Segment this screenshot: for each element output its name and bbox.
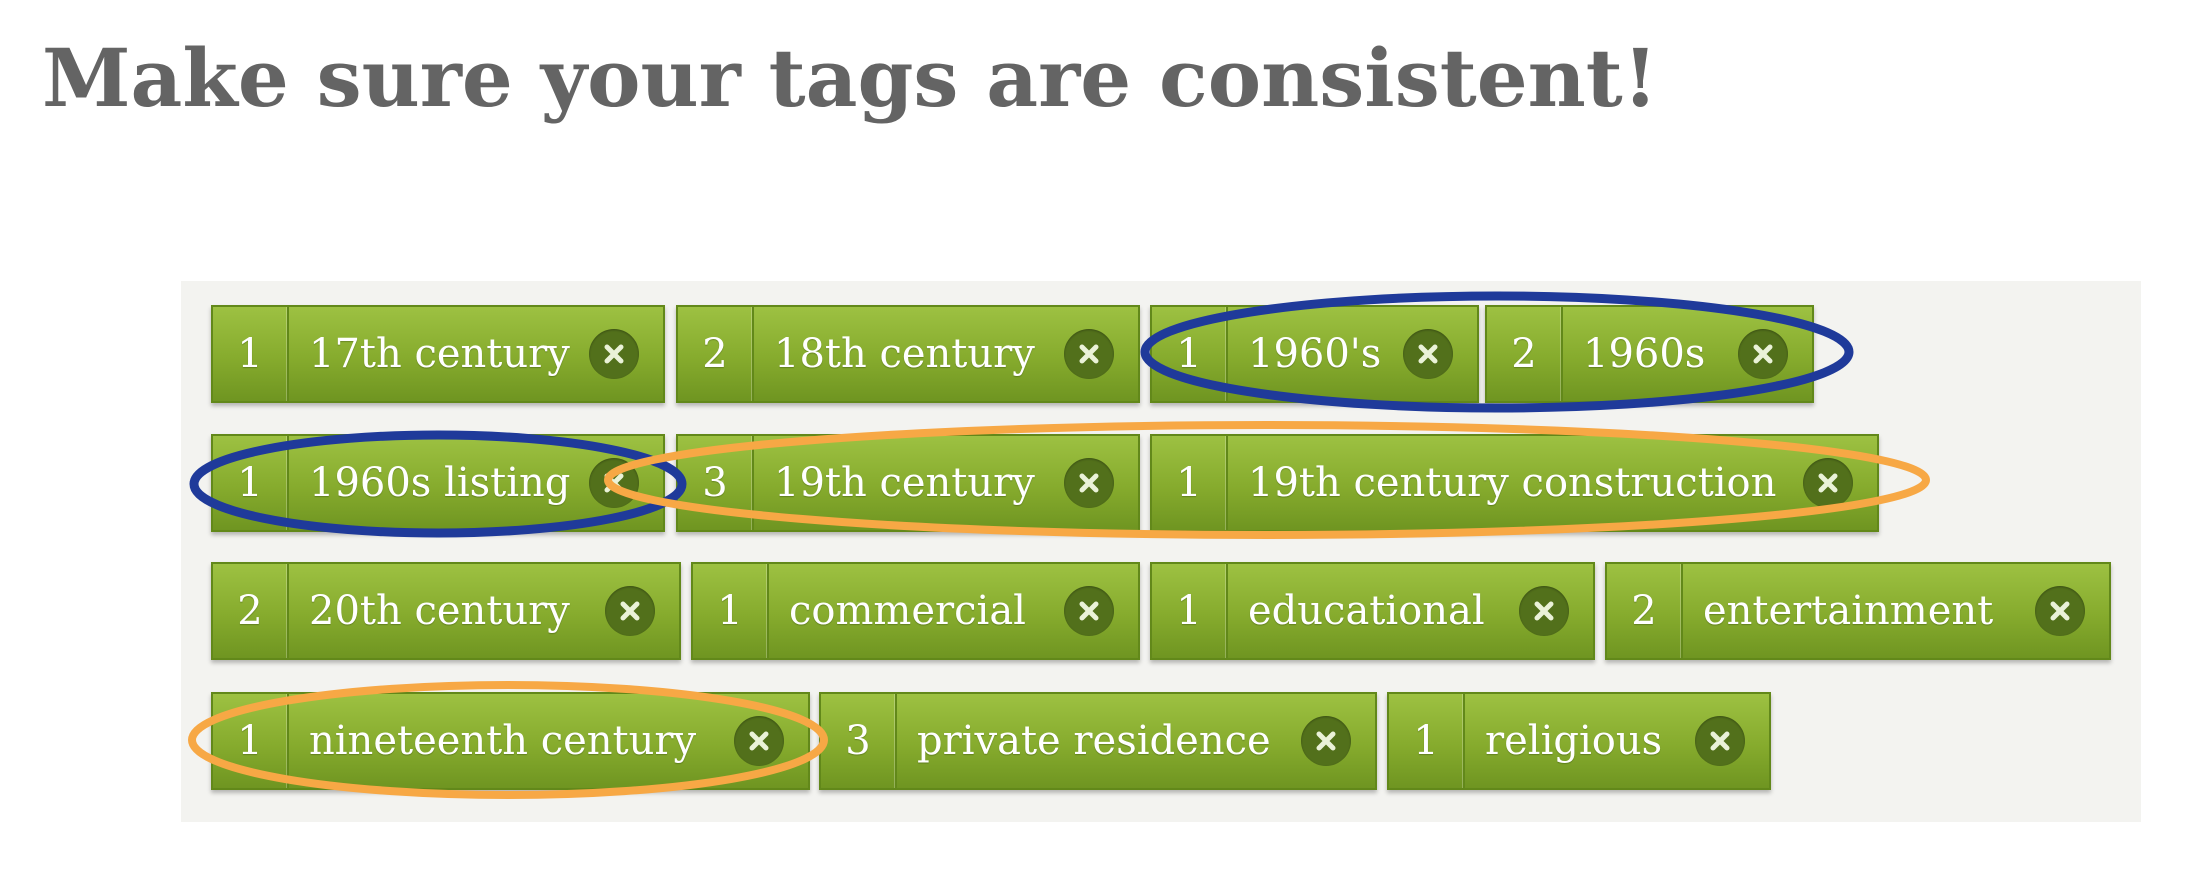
close-x-icon[interactable]	[1738, 329, 1788, 379]
close-x-icon[interactable]	[2035, 586, 2085, 636]
tag-count: 2	[213, 564, 289, 658]
tag-chip[interactable]: 1 commercial	[691, 562, 1140, 660]
tag-count: 1	[1152, 436, 1228, 530]
tag-label: religious	[1485, 718, 1663, 764]
tag-count: 1	[213, 307, 289, 401]
tag-count: 2	[678, 307, 754, 401]
tag-chip[interactable]: 1 nineteenth century	[211, 692, 810, 790]
tag-count: 1	[1152, 564, 1228, 658]
tag-label: private residence	[917, 718, 1271, 764]
tag-count: 2	[1487, 307, 1563, 401]
close-x-icon[interactable]	[1695, 716, 1745, 766]
tag-chip[interactable]: 3 19th century	[676, 434, 1140, 532]
close-x-icon[interactable]	[1519, 586, 1569, 636]
tag-chip[interactable]: 2 1960s	[1485, 305, 1814, 403]
tag-chip[interactable]: 2 20th century	[211, 562, 681, 660]
slide: Make sure your tags are consistent! 1 17…	[0, 0, 2188, 880]
tag-label: nineteenth century	[309, 718, 697, 764]
close-x-icon[interactable]	[1803, 458, 1853, 508]
tag-chip[interactable]: 2 entertainment	[1605, 562, 2111, 660]
tag-chip[interactable]: 1 19th century construction	[1150, 434, 1879, 532]
tag-chip[interactable]: 1 religious	[1387, 692, 1771, 790]
tag-label: 19th century	[774, 460, 1035, 506]
tag-chip[interactable]: 1 17th century	[211, 305, 665, 403]
close-x-icon[interactable]	[589, 329, 639, 379]
close-x-icon[interactable]	[589, 458, 639, 508]
tag-chip[interactable]: 1 1960's	[1150, 305, 1479, 403]
tag-count: 1	[1389, 694, 1465, 788]
tag-label: 19th century construction	[1248, 460, 1777, 506]
close-x-icon[interactable]	[1064, 458, 1114, 508]
tag-label: educational	[1248, 588, 1485, 634]
tag-chip[interactable]: 2 18th century	[676, 305, 1140, 403]
tag-label: entertainment	[1703, 588, 1994, 634]
tag-label: 1960's	[1248, 331, 1382, 377]
tag-count: 1	[693, 564, 769, 658]
tag-chip[interactable]: 3 private residence	[819, 692, 1377, 790]
close-x-icon[interactable]	[1403, 329, 1453, 379]
close-x-icon[interactable]	[605, 586, 655, 636]
close-x-icon[interactable]	[1064, 329, 1114, 379]
tag-label: 18th century	[774, 331, 1035, 377]
close-x-icon[interactable]	[734, 716, 784, 766]
tag-count: 2	[1607, 564, 1683, 658]
page-title: Make sure your tags are consistent!	[42, 31, 1658, 125]
tag-count: 1	[213, 436, 289, 530]
close-x-icon[interactable]	[1301, 716, 1351, 766]
tag-count: 3	[821, 694, 897, 788]
tag-cloud-panel: 1 17th century 2 18th century 1 1960's 2…	[181, 281, 2141, 822]
tag-count: 1	[213, 694, 289, 788]
tag-label: 1960s	[1583, 331, 1706, 377]
tag-label: commercial	[789, 588, 1026, 634]
close-x-icon[interactable]	[1064, 586, 1114, 636]
tag-count: 3	[678, 436, 754, 530]
tag-chip[interactable]: 1 1960s listing	[211, 434, 665, 532]
tag-label: 20th century	[309, 588, 570, 634]
tag-label: 17th century	[309, 331, 570, 377]
tag-label: 1960s listing	[309, 460, 571, 506]
tag-count: 1	[1152, 307, 1228, 401]
tag-chip[interactable]: 1 educational	[1150, 562, 1595, 660]
